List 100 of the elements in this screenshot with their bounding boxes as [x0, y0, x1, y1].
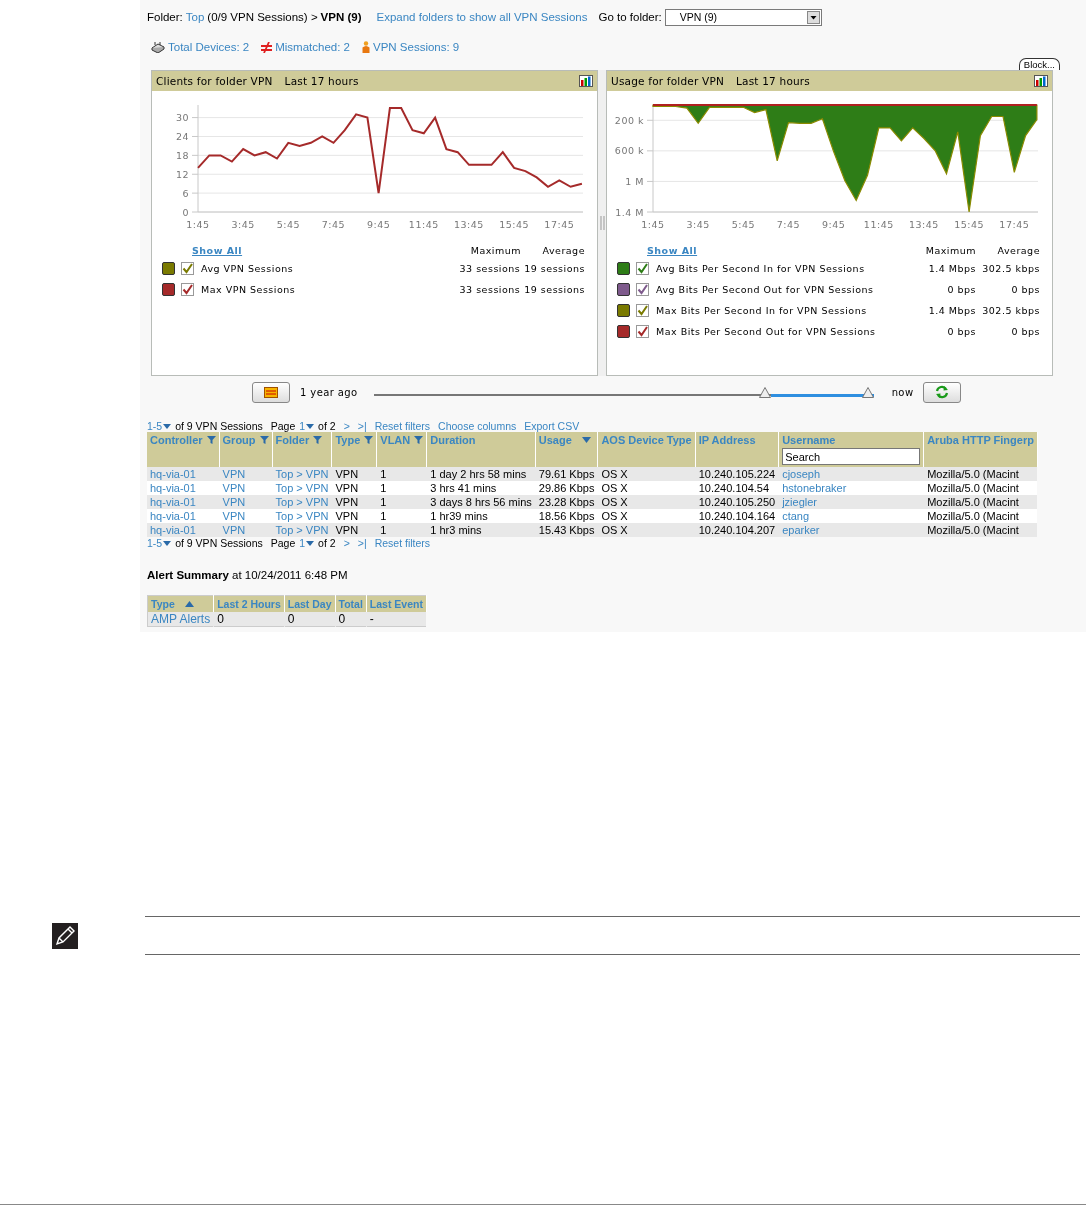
x-tick-label: 15:45 — [954, 219, 985, 230]
column-header[interactable]: Last 2 Hours — [213, 595, 285, 612]
x-tick-label: 3:45 — [686, 219, 710, 230]
table-cell: Mozilla/5.0 (Macint — [923, 467, 1038, 481]
folder-link[interactable]: Top — [185, 11, 205, 23]
stat-link[interactable]: Mismatched: 2 — [275, 41, 350, 53]
table-link[interactable]: VPN — [219, 495, 273, 509]
table-link[interactable]: hq-via-01 — [147, 467, 220, 481]
column-header[interactable]: Last Event — [366, 595, 427, 612]
goto-folder-select[interactable]: VPN (9) — [664, 8, 822, 26]
last-page-link[interactable]: >| — [357, 537, 367, 549]
table-cell: OS X — [597, 495, 696, 509]
table-link[interactable]: VPN — [219, 509, 273, 523]
refresh-button[interactable] — [923, 381, 962, 403]
slider-thumb[interactable] — [861, 387, 874, 398]
slider-thumb[interactable] — [759, 387, 772, 398]
filter-icon[interactable] — [414, 436, 424, 444]
column-header[interactable]: Last Day — [284, 595, 336, 612]
show-all-link[interactable]: Show All — [647, 244, 698, 256]
column-header[interactable]: Type — [331, 432, 377, 467]
table-cell: 1 — [376, 481, 427, 495]
bar-chart-icon[interactable] — [1034, 75, 1048, 87]
table-link[interactable]: VPN — [219, 523, 273, 537]
filter-icon[interactable] — [313, 436, 323, 444]
panel-title: Usage for folder VPN — [611, 75, 724, 87]
series-checkbox[interactable] — [181, 283, 194, 296]
table-cell: Mozilla/5.0 (Macint — [923, 523, 1038, 537]
block-button[interactable]: Block... — [1018, 58, 1060, 70]
table-cell: 10.240.104.54 — [695, 481, 779, 495]
table-link[interactable]: Top > VPN — [272, 481, 332, 495]
table-link[interactable]: hstonebraker — [778, 481, 924, 495]
series-checkbox[interactable] — [636, 262, 649, 275]
average-value: 19 sessions — [524, 263, 585, 274]
time-range-slider[interactable] — [373, 386, 874, 398]
pager-link[interactable]: Export CSV — [524, 420, 580, 432]
column-header[interactable]: VLAN — [376, 432, 427, 467]
show-all-link[interactable]: Show All — [192, 244, 243, 256]
column-header: Maximum — [924, 244, 976, 256]
pager-link[interactable]: Choose columns — [438, 420, 517, 432]
range-dropdown[interactable]: 1-5 — [147, 537, 172, 549]
column-header[interactable]: Duration — [426, 432, 536, 467]
column-header[interactable]: Aruba HTTP Fingerp — [923, 432, 1038, 467]
column-header[interactable]: Type — [147, 595, 214, 612]
table-link[interactable]: VPN — [219, 481, 273, 495]
filter-icon[interactable] — [259, 436, 269, 444]
column-header[interactable]: AOS Device Type — [597, 432, 696, 467]
table-link[interactable]: hq-via-01 — [147, 495, 220, 509]
stat-link[interactable]: Total Devices: 2 — [168, 41, 250, 53]
x-tick-label: 17:45 — [999, 219, 1030, 230]
column-header[interactable]: Folder — [272, 432, 332, 467]
series-checkbox[interactable] — [181, 262, 194, 275]
y-tick-label: 1 M — [625, 175, 644, 187]
current-folder: VPN (9) — [320, 11, 362, 23]
page-dropdown[interactable]: 1 — [299, 420, 315, 432]
table-cell: 1 — [376, 509, 427, 523]
search-field[interactable]: Search — [782, 448, 921, 465]
table-link[interactable]: hq-via-01 — [147, 523, 220, 537]
column-header[interactable]: Group — [219, 432, 273, 467]
x-tick-label: 5:45 — [276, 219, 300, 230]
series-checkbox[interactable] — [636, 325, 649, 338]
table-link[interactable]: eparker — [778, 523, 924, 537]
filter-icon[interactable] — [364, 436, 374, 444]
table-link[interactable]: VPN — [219, 467, 273, 481]
table-cell: 1 — [376, 523, 427, 537]
pager-link[interactable]: Reset filters — [374, 537, 431, 549]
series-checkbox[interactable] — [636, 304, 649, 317]
device-icon — [151, 41, 165, 53]
table-link[interactable]: hq-via-01 — [147, 481, 220, 495]
table-link[interactable]: jziegler — [778, 495, 924, 509]
column-header[interactable]: Username Search — [778, 432, 924, 467]
last-page-link[interactable]: >| — [357, 420, 367, 432]
splitter-grip-icon — [599, 216, 605, 230]
range-dropdown[interactable]: 1-5 — [147, 420, 172, 432]
series-checkbox[interactable] — [636, 283, 649, 296]
table-link[interactable]: Top > VPN — [272, 509, 332, 523]
series-label: Avg VPN Sessions — [201, 263, 294, 274]
stat-link[interactable]: VPN Sessions: 9 — [372, 41, 460, 53]
calendar-button[interactable] — [252, 381, 290, 403]
filter-icon[interactable] — [206, 436, 216, 444]
next-page-link[interactable]: > — [343, 420, 350, 432]
page-dropdown[interactable]: 1 — [299, 537, 315, 549]
table-link[interactable]: Top > VPN — [272, 467, 332, 481]
table-link[interactable]: cjoseph — [778, 467, 924, 481]
table-cell: 1 hr39 mins — [426, 509, 536, 523]
pager-link[interactable]: Reset filters — [374, 420, 431, 432]
table-link[interactable]: Top > VPN — [272, 523, 332, 537]
table-link[interactable]: hq-via-01 — [147, 509, 220, 523]
expand-folders-link[interactable]: Expand folders to show all VPN Sessions — [376, 11, 588, 23]
not-equal-icon — [261, 41, 273, 53]
table-link[interactable]: Top > VPN — [272, 495, 332, 509]
table-link[interactable]: AMP Alerts — [147, 612, 214, 627]
column-header[interactable]: IP Address — [695, 432, 779, 467]
series-label: Avg Bits Per Second Out for VPN Sessions — [656, 284, 874, 295]
column-header[interactable]: Usage — [535, 432, 598, 467]
next-page-link[interactable]: > — [343, 537, 350, 549]
x-tick-label: 9:45 — [821, 219, 846, 230]
column-header[interactable]: Total — [335, 595, 367, 612]
column-header[interactable]: Controller — [147, 432, 220, 467]
bar-chart-icon[interactable] — [579, 75, 593, 87]
table-link[interactable]: ctang — [778, 509, 924, 523]
